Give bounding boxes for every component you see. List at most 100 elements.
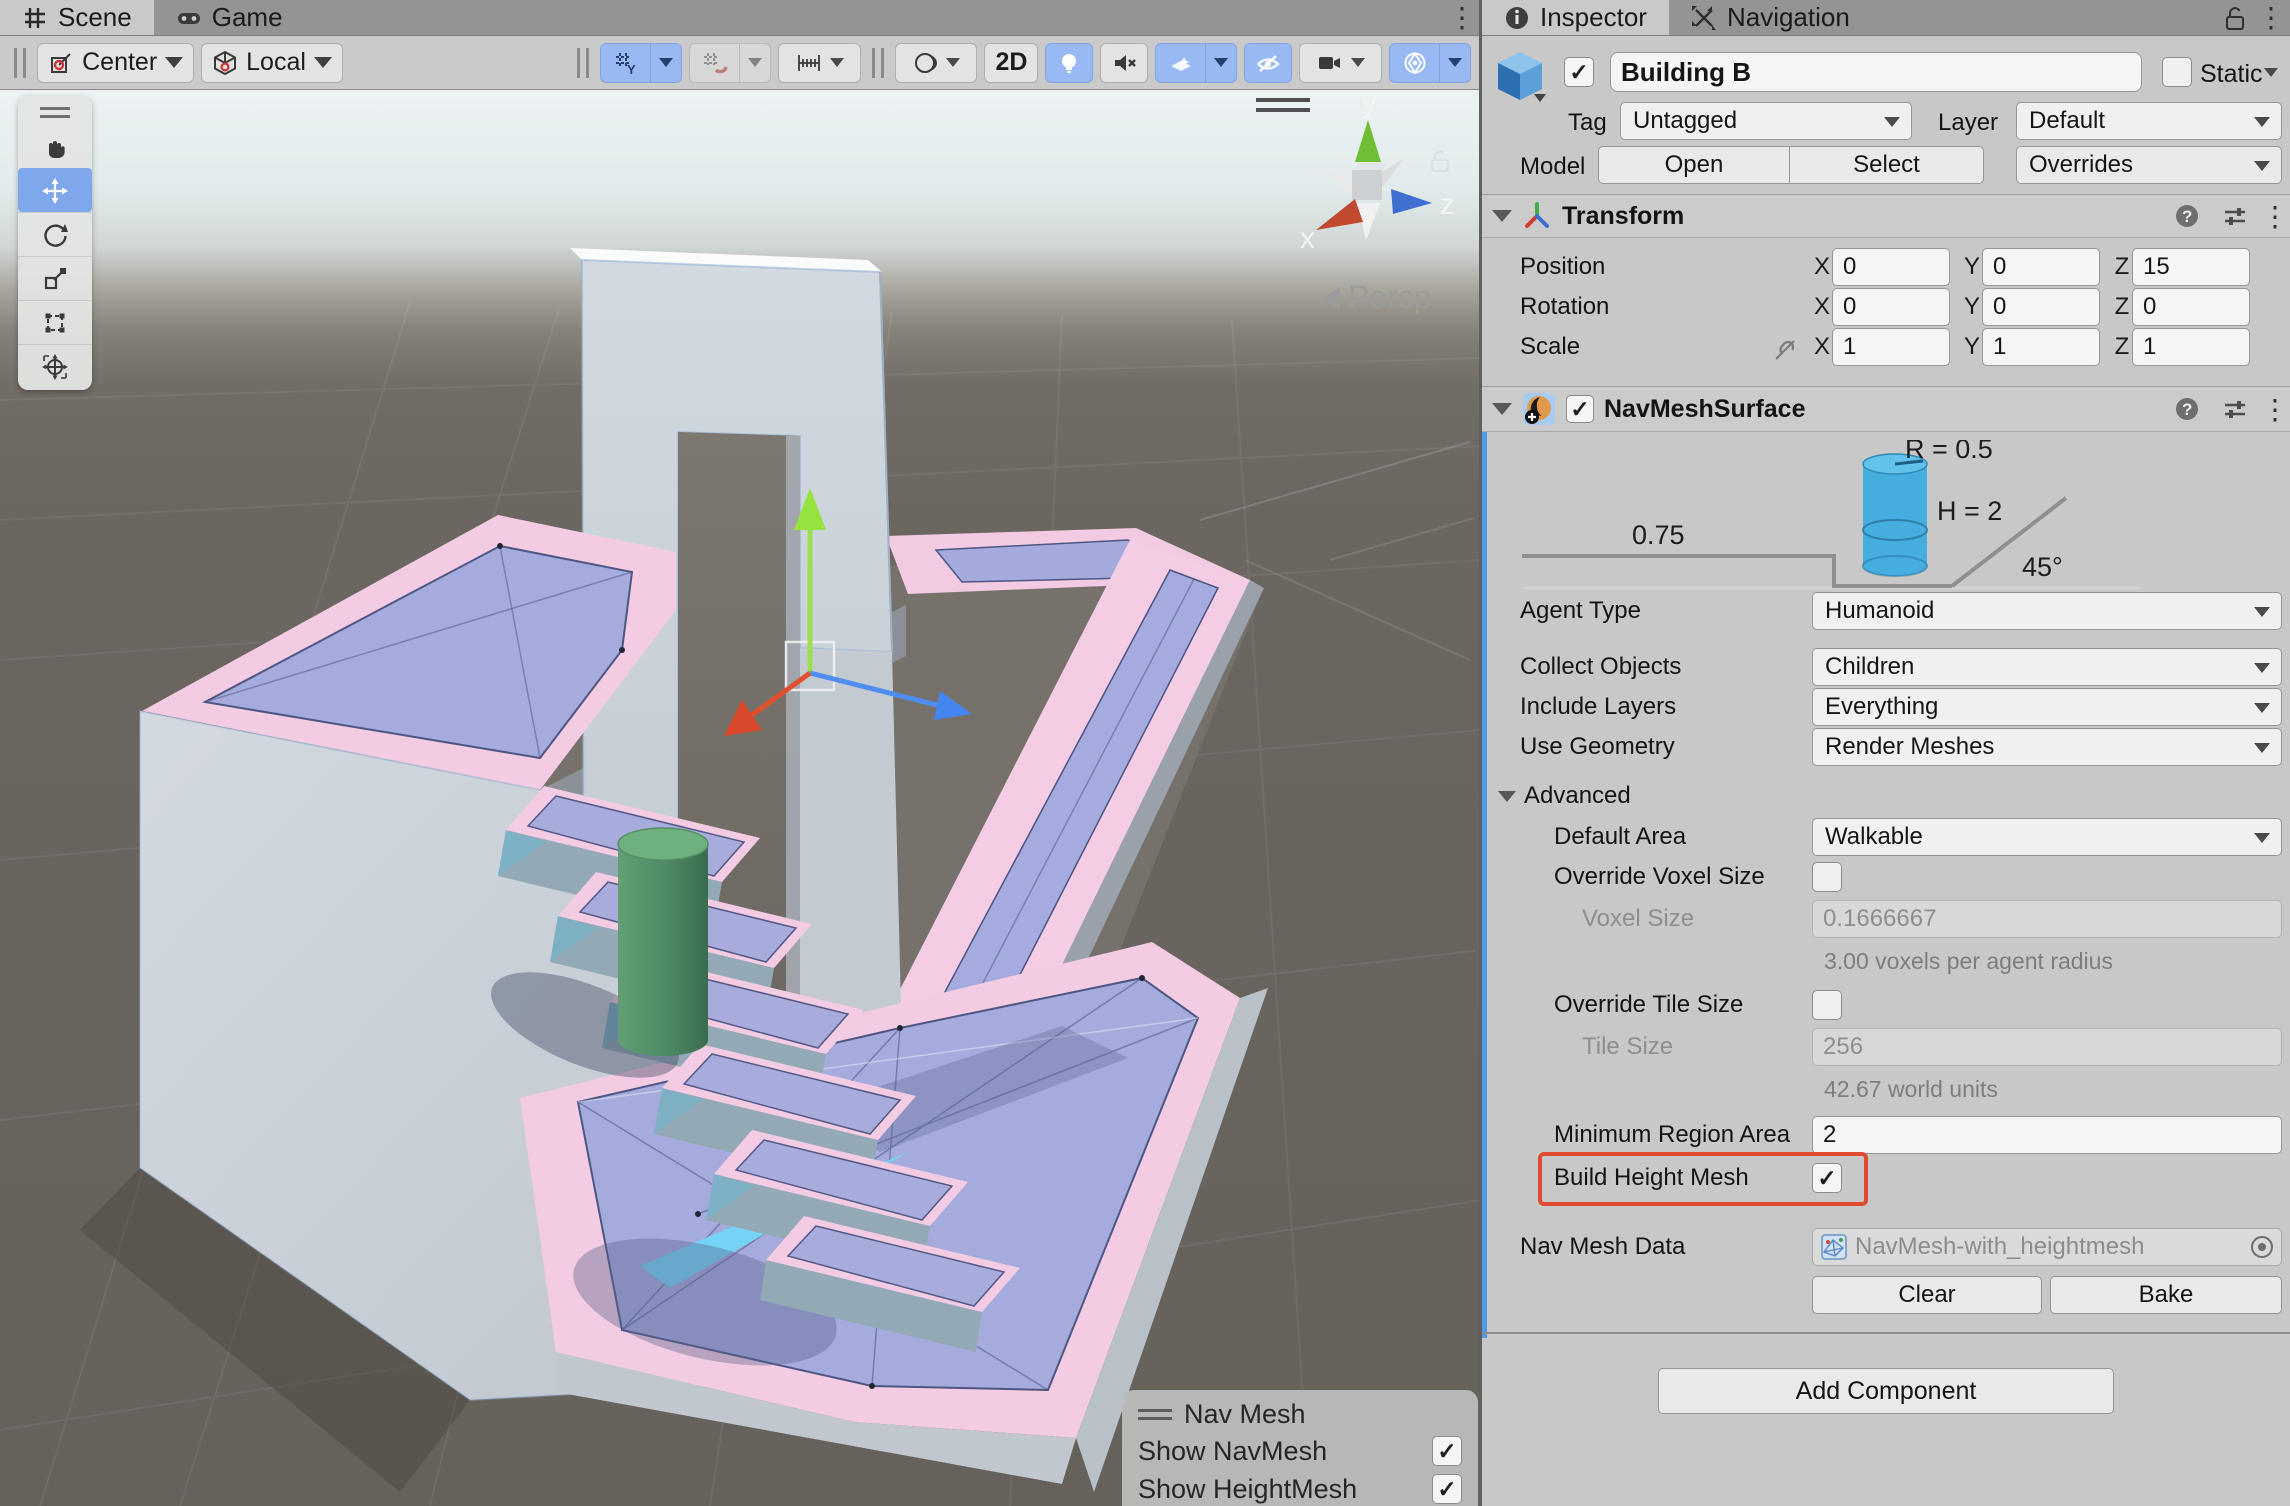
default-area-dropdown[interactable]: Walkable [1812,818,2282,856]
tool-hand[interactable] [18,124,92,168]
rotation-y-field[interactable] [1982,288,2100,326]
cube-icon [212,50,238,76]
navmeshsurface-foldout-icon[interactable] [1492,403,1512,415]
prefab-model-icon[interactable] [1494,50,1546,106]
grid-axis-icon: Y [613,50,639,76]
object-picker-icon[interactable] [2251,1236,2273,1258]
collect-objects-dropdown[interactable]: Children [1812,648,2282,686]
position-z-field[interactable] [2132,248,2250,286]
model-open-button[interactable]: Open [1598,146,1790,184]
snap-increment-button[interactable] [778,43,861,83]
scene-viewport[interactable]: y z x Persp [0,90,1481,1506]
scene-visibility-button[interactable] [1244,43,1292,83]
agent-type-value: Humanoid [1825,597,1934,625]
tab-navigation[interactable]: Navigation [1669,0,1872,35]
toolbar-drag-handle-2[interactable] [577,48,589,78]
presets-icon[interactable] [2222,396,2248,422]
camera-icon [1317,50,1343,76]
transform-foldout-icon[interactable] [1492,210,1512,222]
overrides-dropdown[interactable]: Overrides [2016,146,2282,184]
grid-visibility-button[interactable]: Y [600,43,650,83]
tool-transform[interactable] [18,344,92,388]
tool-rect[interactable] [18,300,92,344]
tag-value: Untagged [1633,107,1737,135]
static-caret-icon[interactable] [2264,68,2278,77]
show-navmesh-checkbox[interactable]: ✓ [1432,1436,1462,1466]
position-y-field[interactable] [1982,248,2100,286]
pivot-mode-button[interactable]: Center [37,43,194,83]
override-tile-checkbox[interactable] [1812,990,1842,1020]
navmeshsurface-kebab-icon[interactable]: ⋮ [2270,393,2280,426]
toolbar-drag-handle[interactable] [14,48,26,78]
grid-snap-dropdown[interactable] [739,43,771,83]
tab-scene[interactable]: Scene [0,0,154,35]
gizmos-toggle-button[interactable] [1389,43,1439,83]
tool-rotate[interactable] [18,212,92,256]
gameobject-name-field[interactable] [1610,52,2142,92]
agent-type-dropdown[interactable]: Humanoid [1812,592,2282,630]
lock-unlocked-icon[interactable] [2224,5,2246,31]
transform-kebab-icon[interactable]: ⋮ [2270,200,2280,233]
help-icon[interactable]: ? [2174,203,2200,229]
effects-dropdown[interactable] [1205,43,1237,83]
inspector-menu-kebab-icon[interactable]: ⋮ [2266,1,2276,34]
tool-scale[interactable] [18,256,92,300]
lighting-toggle-button[interactable] [1045,43,1093,83]
tag-dropdown[interactable]: Untagged [1620,102,1912,140]
draw-mode-button[interactable] [895,43,978,83]
grid-visibility-dropdown[interactable] [650,43,682,83]
static-checkbox[interactable] [2162,57,2192,87]
persp-label: Persp [1348,279,1432,315]
tool-palette-handle[interactable] [18,100,92,124]
rotation-x-field[interactable] [1832,288,1950,326]
tab-navigation-label: Navigation [1727,2,1850,33]
toolbar-drag-handle-3[interactable] [872,48,884,78]
layer-dropdown[interactable]: Default [2016,102,2282,140]
tool-move[interactable] [18,168,92,212]
transform-header[interactable]: Transform ? ⋮ [1482,194,2290,238]
navmesh-panel-handle[interactable] [1138,1409,1172,1420]
scene-menu-kebab-icon[interactable]: ⋮ [1457,1,1467,34]
navmesh-data-field[interactable]: NavMesh-with_heightmesh [1812,1228,2282,1266]
2d-toggle-button[interactable]: 2D [984,43,1038,83]
gameobject-active-checkbox[interactable]: ✓ [1564,57,1594,87]
build-height-mesh-row: Build Height Mesh ✓ [1554,1160,2282,1196]
build-height-mesh-checkbox[interactable]: ✓ [1812,1163,1842,1193]
rotation-z-field[interactable] [2132,288,2250,326]
caret-icon [1214,58,1228,67]
help-icon[interactable]: ? [2174,396,2200,422]
scale-z-field[interactable] [2132,328,2250,366]
scale-y-field[interactable] [1982,328,2100,366]
x-axis-label: X [1812,253,1832,281]
camera-settings-button[interactable] [1299,43,1382,83]
scale-x-field[interactable] [1832,328,1950,366]
position-x-field[interactable] [1832,248,1950,286]
tab-game[interactable]: Game [154,0,305,35]
bake-button[interactable]: Bake [2050,1276,2282,1314]
scale-row: Scale X Y Z [1520,328,2282,366]
tab-inspector[interactable]: Inspector [1482,0,1669,35]
axis-z-label: z [1440,188,1455,221]
add-component-button[interactable]: Add Component [1658,1368,2114,1414]
min-region-field[interactable] [1812,1116,2282,1154]
model-select-button[interactable]: Select [1790,146,1984,184]
use-geometry-dropdown[interactable]: Render Meshes [1812,728,2282,766]
inspector-tabbar: Inspector Navigation ⋮ [1482,0,2290,36]
pivot-caret-icon [165,57,183,68]
presets-icon[interactable] [2222,203,2248,229]
clear-button[interactable]: Clear [1812,1276,2042,1314]
grid-snap-button[interactable] [689,43,739,83]
advanced-foldout[interactable]: Advanced [1498,782,1631,810]
navmeshsurface-enabled-checkbox[interactable]: ✓ [1566,395,1594,423]
axis-y-label: y [1362,90,1377,119]
gizmos-dropdown[interactable] [1439,43,1471,83]
link-broken-icon[interactable] [1772,337,1798,363]
show-heightmesh-checkbox[interactable]: ✓ [1432,1474,1462,1504]
navmeshsurface-header[interactable]: ✓ NavMeshSurface ? ⋮ [1482,386,2290,432]
audio-toggle-button[interactable] [1100,43,1148,83]
override-voxel-checkbox[interactable] [1812,862,1842,892]
lightbulb-icon [1056,50,1082,76]
orientation-button[interactable]: Local [201,43,343,83]
include-layers-dropdown[interactable]: Everything [1812,688,2282,726]
effects-toggle-button[interactable] [1155,43,1205,83]
